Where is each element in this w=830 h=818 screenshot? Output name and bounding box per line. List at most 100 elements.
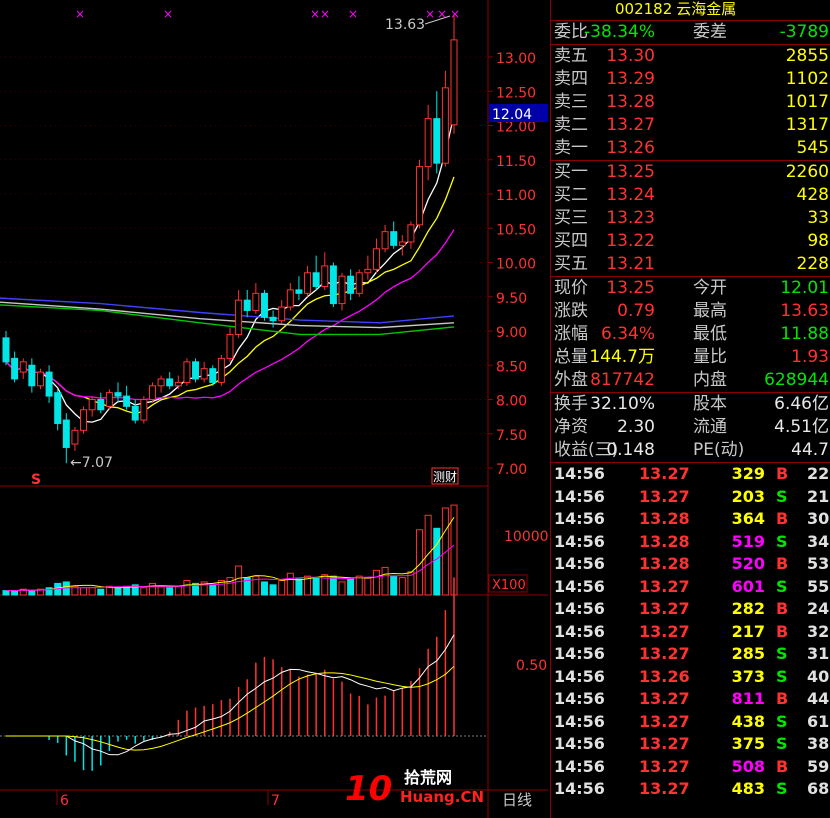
order-row: 卖二 13.27 1317: [551, 114, 830, 137]
price-axis: 13.0012.5012.0011.5011.0010.5010.009.509…: [488, 51, 548, 674]
tick-volume: 373: [731, 666, 765, 686]
watermark-site-url: Huang.CN: [400, 788, 484, 806]
fund-label: 换手: [554, 394, 588, 414]
volume-bar: [295, 578, 303, 596]
low-price-label: ←7.07: [70, 455, 113, 471]
stock-code: 002182: [615, 0, 673, 18]
candle-body: [252, 292, 260, 311]
volume-bar: [226, 577, 234, 596]
tick-time: 14:56: [554, 666, 605, 686]
tick-row[interactable]: 14:56 13.27 329 B 22: [551, 463, 830, 486]
quote-row: 涨跌 0.79 最高 13.63: [551, 300, 830, 323]
candle-body: [36, 371, 44, 387]
order-label: 卖一: [554, 138, 588, 158]
quote-label: 总量: [554, 347, 588, 367]
quote-row: 总量 144.7万 量比 1.93: [551, 346, 830, 369]
tick-row[interactable]: 14:56 13.28 364 B 30: [551, 508, 830, 531]
candle-body: [226, 333, 234, 359]
quote-row: 现价 13.25 今开 12.01: [551, 277, 830, 300]
fund-value: 2.30: [617, 417, 655, 437]
candles: [2, 13, 458, 464]
volume-bar: [166, 587, 174, 596]
order-row: 买五 13.21 228: [551, 253, 830, 276]
tick-row[interactable]: 14:56 13.26 373 S 40: [551, 666, 830, 689]
candle-body: [235, 299, 243, 335]
volume-bar: [424, 514, 432, 596]
tick-row[interactable]: 14:56 13.28 520 B 53: [551, 553, 830, 576]
sell-signal-marker: S: [31, 472, 41, 488]
order-volume: 33: [807, 208, 829, 228]
price-tick-label: 10.50: [496, 222, 536, 238]
candle-body: [243, 299, 251, 311]
weibi-value: -38.34%: [584, 22, 655, 42]
tick-row[interactable]: 14:56 13.27 438 S 61: [551, 711, 830, 734]
candle-body: [321, 265, 329, 287]
tick-count: 24: [807, 599, 830, 618]
tick-volume: 217: [731, 621, 765, 641]
candle-body: [372, 248, 380, 270]
tick-price: 13.27: [639, 576, 690, 596]
tick-volume: 520: [731, 554, 765, 573]
tick-row[interactable]: 14:56 13.27 811 B 44: [551, 688, 830, 711]
candle-body: [209, 368, 217, 383]
ma60-line: [0, 304, 455, 336]
candle-body: [183, 361, 191, 383]
candle-body: [200, 368, 208, 380]
tick-volume: 508: [731, 756, 765, 776]
tick-price: 13.27: [639, 756, 690, 776]
tick-row[interactable]: 14:56 13.27 508 B 59: [551, 756, 830, 779]
tick-count: 30: [807, 509, 830, 528]
price-tick-label: 13.00: [496, 51, 536, 67]
tick-time: 14:56: [554, 689, 605, 708]
price-tick-label: 7.50: [496, 428, 527, 444]
ma-lines: [0, 115, 455, 423]
quote-value: 144.7万: [589, 347, 655, 367]
volume-bar: [157, 585, 165, 596]
tick-side: B: [776, 599, 789, 618]
tick-side: B: [776, 554, 789, 573]
volume-bar: [28, 590, 36, 596]
quote-value: 1.93: [791, 347, 829, 367]
tick-row[interactable]: 14:56 13.27 203 S 21: [551, 486, 830, 509]
tick-row[interactable]: 14:56 13.27 601 S 55: [551, 576, 830, 599]
stock-name: 云海金属: [676, 0, 737, 18]
tick-count: 61: [807, 711, 830, 731]
tick-side: B: [776, 689, 789, 708]
tick-side: S: [776, 486, 788, 506]
price-tick-label: 8.50: [496, 359, 527, 375]
tick-count: 34: [807, 531, 830, 551]
tick-price: 13.27: [639, 621, 690, 641]
price-tick-label: 11.00: [496, 188, 536, 204]
tick-row[interactable]: 14:56 13.27 282 B 24: [551, 598, 830, 621]
volume-bar: [260, 581, 268, 596]
price-tick-label: 9.00: [496, 325, 527, 341]
kline-chart[interactable]: 13.0012.5012.0011.5011.0010.5010.009.509…: [0, 0, 548, 818]
tick-row[interactable]: 14:56 13.27 483 S 68: [551, 778, 830, 801]
tick-volume: 375: [731, 734, 765, 753]
tick-row[interactable]: 14:56 13.27 285 S 31: [551, 643, 830, 666]
order-row: 卖三 13.28 1017: [551, 91, 830, 114]
volume-bar: [347, 578, 355, 596]
quote-value: 817742: [590, 370, 655, 390]
tick-volume: 483: [731, 779, 765, 798]
tick-row[interactable]: 14:56 13.27 217 B 32: [551, 621, 830, 644]
quote-label: 涨跌: [554, 301, 588, 321]
month-label: 7: [271, 793, 280, 809]
tick-price: 13.28: [639, 554, 690, 573]
tick-time: 14:56: [554, 464, 605, 483]
candle-body: [260, 292, 268, 318]
order-label: 卖二: [554, 115, 588, 135]
tick-count: 22: [807, 464, 830, 483]
tick-time: 14:56: [554, 531, 605, 551]
tick-price: 13.26: [639, 666, 690, 686]
fund-label: 流通: [693, 417, 727, 437]
volume-unit-label: X100: [492, 578, 526, 593]
candle-body: [19, 361, 27, 373]
tick-row[interactable]: 14:56 13.28 519 S 34: [551, 531, 830, 554]
tick-list[interactable]: 14:56 13.27 329 B 22 14:56 13.27 203 S 21 14:56 13.…: [551, 463, 830, 801]
tick-row[interactable]: 14:56 13.27 375 S 38: [551, 733, 830, 756]
order-price: 13.29: [606, 69, 655, 89]
volume-bar: [372, 569, 380, 596]
tick-volume: 811: [731, 689, 765, 708]
candle-body: [355, 272, 363, 294]
